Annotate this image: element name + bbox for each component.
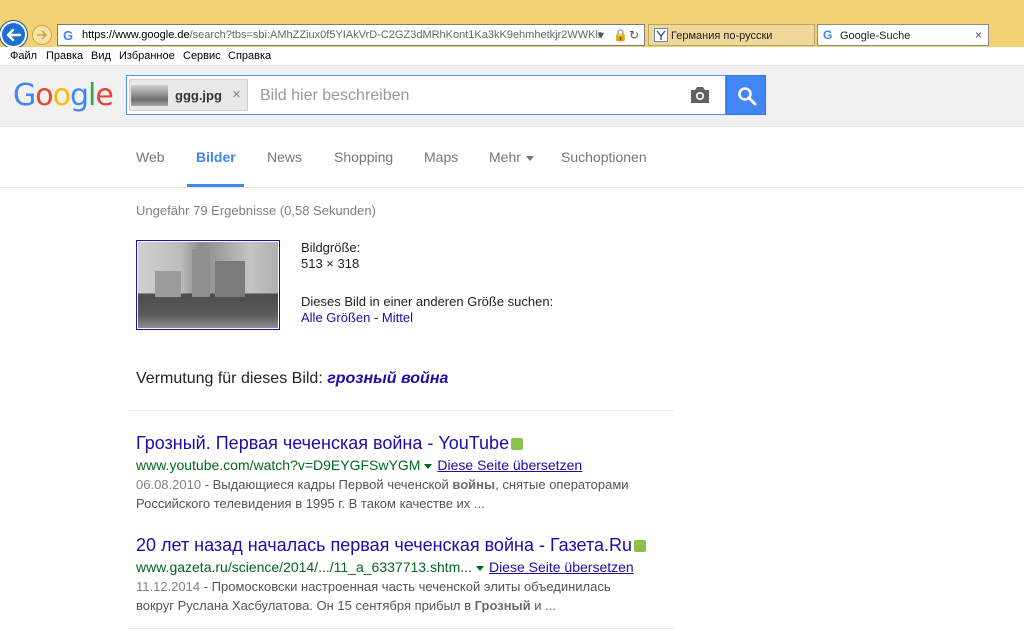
google-favicon-icon: G [63, 28, 74, 43]
chip-filename: ggg.jpg [175, 88, 222, 103]
divider [128, 410, 674, 411]
tab-suchoptionen[interactable]: Suchoptionen [561, 149, 647, 165]
result-snippet: 11.12.2014 - Промосковски настроенная ча… [136, 579, 611, 613]
query-thumbnail [131, 85, 168, 106]
arrow-right-icon [37, 30, 48, 40]
menu-file[interactable]: Файл [10, 50, 37, 62]
translate-link[interactable]: Diese Seite übersetzen [489, 559, 634, 575]
tab-label: Германия по-русски [671, 30, 773, 42]
result-stats: Ungefähr 79 Ergebnisse (0,58 Sekunden) [136, 203, 376, 218]
site-favicon-icon [654, 28, 668, 42]
tab-germania[interactable]: Германия по-русски [648, 24, 815, 46]
arrow-left-icon [6, 28, 22, 42]
result-snippet: 06.08.2010 - Выдающиеся кадры Первой чеч… [136, 477, 629, 511]
menu-tools[interactable]: Сервис [183, 50, 221, 62]
amp-icon [634, 540, 647, 553]
menu-bar: Файл Правка Вид Избранное Сервис Справка [0, 47, 1024, 66]
result-url: www.youtube.com/watch?v=D9EYGFSwYGM [136, 457, 421, 473]
tab-bilder[interactable]: Bilder [196, 149, 236, 165]
query-image[interactable] [136, 240, 280, 330]
best-guess: Vermutung für dieses Bild: грозный война [136, 370, 448, 388]
menu-help[interactable]: Справка [228, 50, 271, 62]
other-sizes-label: Dieses Bild in einer anderen Größe suche… [301, 294, 554, 309]
tab-web[interactable]: Web [136, 149, 165, 165]
menu-favorites[interactable]: Избранное [119, 50, 175, 62]
active-tab-indicator [187, 184, 244, 187]
url-dropdown-icon[interactable] [475, 565, 484, 571]
best-guess-label: Vermutung für dieses Bild: [136, 370, 323, 387]
tab-google-suche[interactable]: G Google-Suche × [817, 24, 989, 46]
ruined-building-shape [192, 249, 210, 297]
result-url: www.gazeta.ru/science/2014/.../11_a_6337… [136, 559, 472, 575]
address-bar[interactable]: G https://www.google.de/search?tbs=sbi:A… [57, 24, 645, 46]
tab-mehr[interactable]: Mehr [489, 149, 534, 165]
image-size-value: 513 × 318 [301, 256, 360, 271]
tab-shopping[interactable]: Shopping [334, 149, 393, 165]
image-size-label: Bildgröße: [301, 240, 361, 255]
google-header: Google ggg.jpg × Bild hier beschreiben [0, 66, 1024, 127]
back-button[interactable] [0, 21, 27, 48]
search-box[interactable]: ggg.jpg × Bild hier beschreiben [126, 75, 726, 115]
ruined-building-shape [155, 271, 181, 297]
google-favicon-icon: G [823, 28, 833, 42]
refresh-icon[interactable]: ↻ [629, 28, 639, 42]
search-result: Грозный. Первая чеченская война - YouTub… [136, 433, 676, 513]
forward-button[interactable] [32, 25, 52, 45]
tab-close-icon[interactable]: × [975, 28, 982, 42]
tab-maps[interactable]: Maps [424, 149, 458, 165]
chevron-down-icon [525, 155, 534, 161]
address-url[interactable]: https://www.google.de/search?tbs=sbi:AMh… [82, 29, 602, 41]
search-icon [738, 87, 757, 106]
tab-news[interactable]: News [267, 149, 302, 165]
search-result: 20 лет назад началась первая чеченская в… [136, 535, 676, 615]
image-query-chip[interactable]: ggg.jpg × [129, 79, 248, 111]
chip-remove-icon[interactable]: × [232, 86, 241, 103]
url-dropdown-icon[interactable] [424, 463, 433, 469]
result-title-link[interactable]: 20 лет назад началась первая чеченская в… [136, 535, 632, 555]
menu-view[interactable]: Вид [91, 50, 111, 62]
amp-icon [511, 438, 524, 451]
divider [128, 628, 674, 629]
search-placeholder[interactable]: Bild hier beschreiben [260, 87, 409, 105]
camera-icon[interactable] [689, 86, 711, 104]
translate-link[interactable]: Diese Seite übersetzen [437, 457, 582, 473]
menu-edit[interactable]: Правка [46, 50, 83, 62]
search-button[interactable] [726, 75, 766, 115]
other-sizes-link[interactable]: Alle Größen - Mittel [301, 310, 413, 325]
dropdown-arrow-icon[interactable]: ▾ [598, 28, 604, 42]
search-tabs: Web Bilder News Shopping Maps Mehr Sucho… [0, 127, 1024, 188]
tab-label: Google-Suche [840, 30, 911, 42]
result-title-link[interactable]: Грозный. Первая чеченская война - YouTub… [136, 433, 509, 453]
google-logo[interactable]: Google [13, 78, 114, 113]
lock-icon[interactable]: 🔒 [613, 28, 628, 42]
ruined-building-shape [215, 261, 245, 297]
best-guess-link[interactable]: грозный война [327, 370, 448, 387]
